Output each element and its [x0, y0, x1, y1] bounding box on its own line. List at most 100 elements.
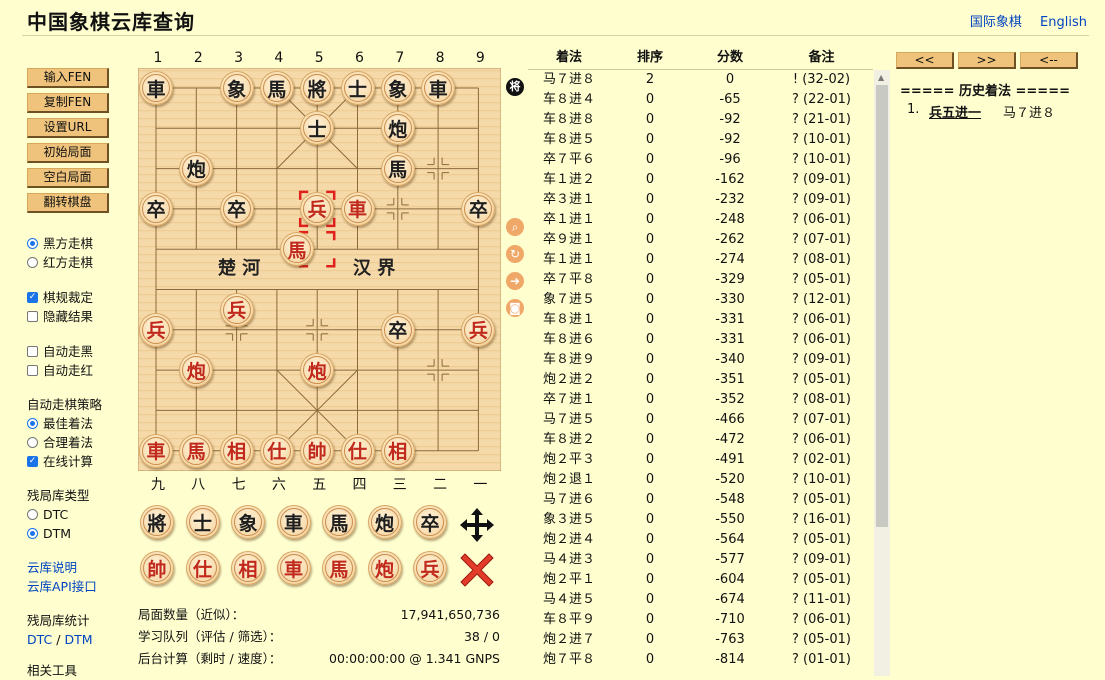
input-fen-button[interactable]: 输入FEN	[27, 68, 109, 88]
move-row[interactable]: 车１进１ 0 -274 ? (08-01)	[528, 250, 873, 270]
strategy-best-option[interactable]: 最佳着法	[27, 414, 137, 433]
tray-piece-red[interactable]: 馬	[322, 551, 356, 585]
board-piece-black[interactable]: 卒	[219, 191, 254, 226]
link-english[interactable]: English	[1040, 15, 1087, 30]
cloud-help-link[interactable]: 云库说明	[27, 558, 137, 577]
tray-piece-red[interactable]: 帥	[140, 551, 174, 585]
move-notation[interactable]: 炮２进２	[528, 370, 610, 390]
move-notation[interactable]: 卒７平８	[528, 270, 610, 290]
cloud-api-link[interactable]: 云库API接口	[27, 577, 137, 596]
move-row[interactable]: 马４进５ 0 -674 ? (11-01)	[528, 590, 873, 610]
board-piece-red[interactable]: 馬	[280, 232, 315, 267]
move-notation[interactable]: 卒１进１	[528, 210, 610, 230]
auto-red-option[interactable]: 自动走红	[27, 361, 137, 380]
search-icon[interactable]: ⌕	[506, 218, 524, 236]
initial-position-button[interactable]: 初始局面	[27, 143, 109, 163]
move-row[interactable]: 车１进２ 0 -162 ? (09-01)	[528, 170, 873, 190]
move-notation[interactable]: 车１进１	[528, 250, 610, 270]
move-notation[interactable]: 马７进８	[528, 70, 610, 90]
board-piece-black[interactable]: 將	[300, 71, 335, 105]
turn-black-option[interactable]: 黑方走棋	[27, 234, 137, 253]
move-row[interactable]: 马７进５ 0 -466 ? (07-01)	[528, 410, 873, 430]
board-piece-black[interactable]: 卒	[139, 191, 173, 226]
move-row[interactable]: 炮２平３ 0 -491 ? (02-01)	[528, 450, 873, 470]
board-piece-red[interactable]: 帥	[300, 433, 335, 468]
auto-black-option[interactable]: 自动走黑	[27, 342, 137, 361]
board-piece-red[interactable]: 車	[340, 191, 375, 226]
move-row[interactable]: 卒１进１ 0 -248 ? (06-01)	[528, 210, 873, 230]
copy-fen-button[interactable]: 复制FEN	[27, 93, 109, 113]
move-notation[interactable]: 车１进２	[528, 170, 610, 190]
board-piece-black[interactable]: 卒	[380, 312, 415, 347]
set-url-button[interactable]: 设置URL	[27, 118, 109, 138]
board-piece-red[interactable]: 兵	[300, 191, 335, 226]
strategy-best-radio[interactable]	[27, 418, 38, 429]
move-notation[interactable]: 炮２进４	[528, 530, 610, 550]
move-row[interactable]: 象３进５ 0 -550 ? (16-01)	[528, 510, 873, 530]
move-row[interactable]: 车８进４ 0 -65 ? (22-01)	[528, 90, 873, 110]
auto-red-checkbox[interactable]	[27, 365, 38, 376]
strategy-reasonable-radio[interactable]	[27, 437, 38, 448]
move-notation[interactable]: 马７进５	[528, 410, 610, 430]
move-row[interactable]: 卒７平６ 0 -96 ? (10-01)	[528, 150, 873, 170]
xiangqi-board[interactable]: 楚 河 汉 界 車象馬將士象車士炮炮馬卒卒兵車卒馬兵兵卒兵炮炮車馬相仕帥仕相	[137, 67, 502, 472]
move-row[interactable]: 炮７平８ 0 -814 ? (01-01)	[528, 650, 873, 670]
tray-piece-red[interactable]: 炮	[367, 551, 402, 585]
moves-scrollbar-thumb[interactable]	[876, 85, 888, 527]
move-row[interactable]: 炮２平１ 0 -604 ? (05-01)	[528, 570, 873, 590]
tray-piece-black[interactable]: 將	[140, 505, 174, 539]
hide-results-option[interactable]: 隐藏结果	[27, 307, 137, 326]
board-piece-red[interactable]: 相	[380, 433, 415, 468]
move-notation[interactable]: 炮２平１	[528, 570, 610, 590]
board-piece-black[interactable]: 炮	[380, 111, 415, 146]
tray-piece-black[interactable]: 車	[276, 505, 311, 539]
move-notation[interactable]: 车８进９	[528, 350, 610, 370]
refresh-icon[interactable]: ↻	[506, 245, 524, 263]
move-row[interactable]: 炮２进２ 0 -351 ? (05-01)	[528, 370, 873, 390]
board-piece-black[interactable]: 炮	[179, 151, 214, 186]
board-piece-black[interactable]: 車	[139, 71, 173, 105]
move-notation[interactable]: 炮２退１	[528, 470, 610, 490]
move-row[interactable]: 马７进８ 2 0 ! (32-02)	[528, 70, 873, 90]
move-notation[interactable]: 车８进６	[528, 330, 610, 350]
online-compute-checkbox[interactable]: ✓	[27, 456, 38, 467]
endgame-dtc-radio[interactable]	[27, 509, 38, 520]
move-row[interactable]: 炮２退１ 0 -520 ? (10-01)	[528, 470, 873, 490]
strategy-reasonable-option[interactable]: 合理着法	[27, 433, 137, 452]
turn-red-radio[interactable]	[27, 257, 38, 268]
auto-black-checkbox[interactable]	[27, 346, 38, 357]
tray-piece-black[interactable]: 士	[185, 505, 220, 539]
move-notation[interactable]: 炮２进７	[528, 630, 610, 650]
move-row[interactable]: 卒９进１ 0 -262 ? (07-01)	[528, 230, 873, 250]
move-row[interactable]: 车８进２ 0 -472 ? (06-01)	[528, 430, 873, 450]
tray-piece-black[interactable]: 炮	[367, 505, 402, 539]
move-arrows-icon[interactable]	[457, 505, 497, 545]
move-row[interactable]: 马７进６ 0 -548 ? (05-01)	[528, 490, 873, 510]
camera-icon[interactable]: ◙	[506, 299, 524, 317]
turn-black-radio[interactable]	[27, 238, 38, 249]
tray-piece-black[interactable]: 卒	[413, 505, 447, 539]
history-move-black[interactable]: 马７进８	[1003, 102, 1055, 121]
move-row[interactable]: 象７进５ 0 -330 ? (12-01)	[528, 290, 873, 310]
move-row[interactable]: 车８进６ 0 -331 ? (06-01)	[528, 330, 873, 350]
move-row[interactable]: 马４进３ 0 -577 ? (09-01)	[528, 550, 873, 570]
move-notation[interactable]: 卒７平６	[528, 150, 610, 170]
board-piece-red[interactable]: 仕	[259, 433, 294, 468]
move-notation[interactable]: 卒３进１	[528, 190, 610, 210]
move-row[interactable]: 炮２进４ 0 -564 ? (05-01)	[528, 530, 873, 550]
move-notation[interactable]: 炮７平８	[528, 650, 610, 670]
board-piece-black[interactable]: 馬	[380, 151, 415, 186]
history-last-button[interactable]: >>	[958, 52, 1016, 69]
move-notation[interactable]: 马７进６	[528, 490, 610, 510]
move-row[interactable]: 车８进５ 0 -92 ? (10-01)	[528, 130, 873, 150]
next-arrow-icon[interactable]: ➜	[506, 272, 524, 290]
online-compute-option[interactable]: ✓ 在线计算	[27, 452, 137, 471]
board-piece-red[interactable]: 兵	[139, 312, 173, 347]
move-notation[interactable]: 卒９进１	[528, 230, 610, 250]
move-row[interactable]: 卒７进１ 0 -352 ? (08-01)	[528, 390, 873, 410]
move-notation[interactable]: 象７进５	[528, 290, 610, 310]
move-notation[interactable]: 卒７进１	[528, 390, 610, 410]
board-piece-black[interactable]: 象	[380, 71, 415, 105]
endgame-dtm-radio[interactable]	[27, 528, 38, 539]
move-notation[interactable]: 象３进５	[528, 510, 610, 530]
